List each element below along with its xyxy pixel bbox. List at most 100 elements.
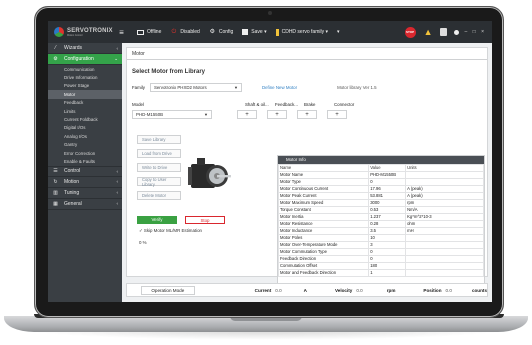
row-units-cell	[405, 171, 484, 179]
sidebar-section-general[interactable]: ▦ General ‹	[48, 199, 122, 210]
table-row: Commutation Offset 180	[278, 262, 484, 270]
section-title: Select Motor from Library	[132, 69, 206, 75]
table-row: Motor Name PHD-M1550B	[278, 171, 484, 179]
save-label: Save ▾	[251, 29, 267, 35]
drive-family-selector[interactable]: CDHD servo family ▾	[275, 28, 328, 36]
row-units-cell: mH	[405, 227, 484, 235]
velocity-readout: Velocity 0.0 rpm	[335, 288, 395, 293]
table-row: Torque Constant 0.53 Nm/A	[278, 206, 484, 214]
sidebar-item-gantry[interactable]: Gantry	[48, 141, 122, 149]
page-title: Motor	[127, 48, 487, 60]
sidebar-section-configuration[interactable]: ⚙ Configuration ⌄	[48, 54, 122, 65]
row-name-cell: Motor Inertia	[278, 213, 370, 221]
operation-mode-button[interactable]: Operation Mode	[141, 285, 195, 295]
table-header-row: Name Value Units	[278, 164, 484, 172]
row-name-cell: Motor Commutation Type	[278, 248, 370, 256]
family-select[interactable]: Servotronix PHXD2 Motors ▼	[149, 83, 242, 92]
family-label: Family	[132, 85, 145, 90]
sidebar-item-communication[interactable]: Communication	[48, 65, 122, 73]
config-button[interactable]: ⚙ Config	[209, 29, 234, 36]
top-toolbar: SERVOTRONIX Motion Control ≡ Offline ⏻ D…	[48, 21, 492, 43]
row-name-cell: Motor Inductance	[278, 227, 370, 235]
sidebar-item-digital-ios[interactable]: Digital I/Os	[48, 124, 122, 132]
sidebar-item-current-foldback[interactable]: Current Foldback	[48, 115, 122, 123]
row-name-cell: Motor Over-Temperature Mode	[278, 241, 370, 249]
connector-stepper[interactable]: +	[327, 110, 347, 119]
verify-button[interactable]: Verify	[137, 216, 177, 224]
table-row: Motor Over-Temperature Mode 3	[278, 241, 484, 249]
family-row: Family Servotronix PHXD2 Motors ▼ Define…	[132, 83, 377, 92]
row-value-cell: 10	[368, 234, 407, 242]
feedback-stepper[interactable]: +	[267, 110, 287, 119]
sidebar-item-analog-ios[interactable]: Analog I/Os	[48, 132, 122, 140]
delete-motor-button[interactable]: Delete Motor	[137, 191, 181, 200]
model-select[interactable]: PHD-M1550B ▼	[132, 110, 212, 119]
motor-info-panel: Motor Info Name Value Units Motor Name PH…	[277, 155, 485, 288]
sidebar-section-control[interactable]: ☰ Control ‹	[48, 165, 122, 177]
sidebar-section-tuning[interactable]: ▥ Tuning ‹	[48, 188, 122, 199]
row-units-cell: A (peak)	[405, 185, 484, 193]
row-name-cell: Motor Continuous Current	[278, 185, 370, 193]
row-name-cell: Motor Poles	[278, 234, 370, 242]
emergency-stop-button[interactable]: STOP	[404, 26, 416, 38]
sidebar-item-feedback[interactable]: Feedback	[48, 99, 122, 107]
sidebar-item-enable-faults[interactable]: Enable & Faults	[48, 157, 122, 165]
status-bar: Operation Mode Current 0.0 A Velocity 0.…	[126, 283, 488, 297]
current-value: 0.0	[275, 287, 282, 293]
more-dropdown[interactable]: ▾	[337, 29, 340, 35]
sidebar-section-motion[interactable]: ↻ Motion ‹	[48, 177, 122, 188]
row-name-cell: Motor Type	[278, 178, 370, 186]
row-value-cell: 0.28	[368, 220, 407, 228]
sidebar-item-motor[interactable]: Motor	[48, 90, 122, 99]
sidebar-section-wizards[interactable]: ⁄ Wizards ‹	[48, 43, 122, 54]
lock-icon[interactable]	[439, 28, 447, 36]
row-units-cell	[405, 178, 484, 186]
motor-image	[188, 158, 231, 188]
drive-icon	[275, 28, 279, 36]
stop-button[interactable]: Stop	[185, 216, 225, 224]
copy-to-user-library-button[interactable]: Copy to User Library	[137, 177, 181, 187]
row-value-cell: 0.53	[368, 206, 407, 214]
position-value: 0.0	[445, 287, 452, 293]
current-readout: Current 0.0 A	[255, 288, 307, 293]
row-units-cell: A (peak)	[405, 192, 484, 200]
table-row: Motor Maximum Speed 3000 rpm	[278, 199, 484, 207]
row-value-cell: PHD-M1550B	[368, 171, 407, 179]
power-icon: ⏻	[171, 28, 177, 35]
window-controls[interactable]: – □ ×	[465, 29, 487, 35]
disabled-button[interactable]: ⏻ Disabled	[170, 28, 200, 36]
save-library-button[interactable]: Save Library	[137, 135, 181, 144]
row-value-cell: 3.5	[368, 227, 407, 235]
progress-value: 0 %	[139, 240, 147, 245]
row-units-cell: rpm	[405, 199, 484, 207]
save-button[interactable]: Save ▾	[242, 29, 267, 35]
sidebar-section-label: Tuning	[64, 189, 80, 196]
table-row: Motor Inertia 1.237 Kg*m^2*10-3	[278, 213, 484, 221]
sidebar-item-limits[interactable]: Limits	[48, 107, 122, 115]
menu-button[interactable]: ≡	[118, 28, 128, 36]
skip-estimation-checkbox[interactable]: ✓ Skip Motor ML/MR Estimation	[139, 228, 202, 234]
chevron-left-icon: ‹	[116, 179, 119, 185]
write-to-drive-button[interactable]: Write to Drive	[137, 163, 181, 172]
row-name-cell: Motor Peak Current	[278, 192, 370, 200]
sidebar-item-error-correction[interactable]: Error Correction	[48, 149, 122, 157]
velocity-unit: rpm	[386, 287, 396, 293]
library-actions: Save Library Load from Drive Write to Dr…	[137, 135, 181, 205]
row-value-cell: 17.96	[368, 185, 407, 193]
model-label: Model	[132, 102, 144, 107]
row-units-cell	[405, 262, 484, 270]
sidebar-item-drive-information[interactable]: Drive Information	[48, 73, 122, 81]
more-caret: ▾	[337, 29, 340, 35]
logo-subtext: Motion Control	[67, 33, 83, 37]
offline-button[interactable]: Offline	[137, 29, 161, 35]
define-new-motor-link[interactable]: Define New Motor	[262, 85, 297, 90]
shaft-stepper[interactable]: +	[237, 110, 257, 119]
column-header: Name	[278, 164, 370, 172]
sidebar-item-power-stage[interactable]: Power Stage	[48, 82, 122, 90]
row-value-cell: 180	[368, 262, 407, 270]
brake-stepper[interactable]: +	[297, 110, 317, 119]
warning-icon[interactable]: ▲	[424, 27, 433, 37]
sidebar-section-label: General	[64, 200, 82, 207]
load-from-drive-button[interactable]: Load from Drive	[137, 149, 181, 158]
grid-icon: ▦	[53, 200, 58, 207]
